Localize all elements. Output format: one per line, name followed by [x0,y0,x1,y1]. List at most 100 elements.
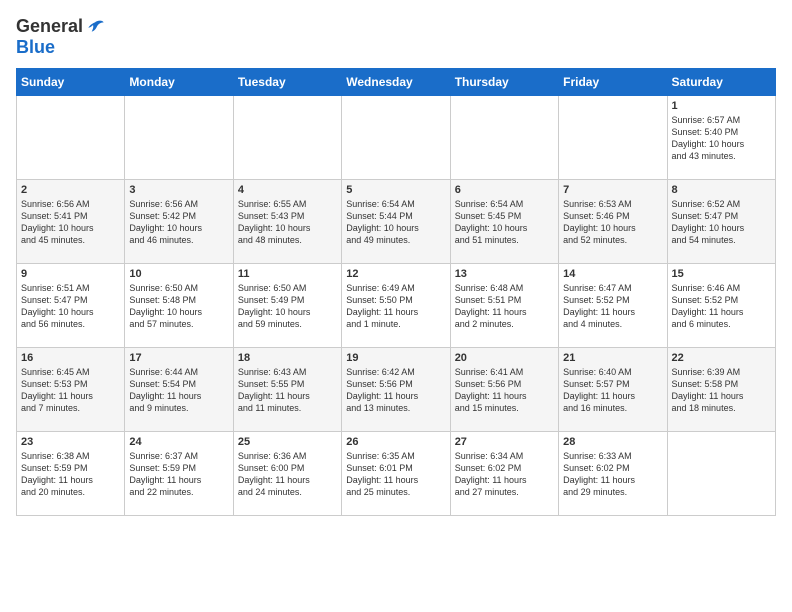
logo-blue-text: Blue [16,37,55,58]
day-info: Sunrise: 6:54 AM Sunset: 5:45 PM Dayligh… [455,198,554,247]
day-number: 15 [672,268,771,280]
day-number: 8 [672,184,771,196]
day-number: 3 [129,184,228,196]
day-info: Sunrise: 6:46 AM Sunset: 5:52 PM Dayligh… [672,282,771,331]
day-info: Sunrise: 6:41 AM Sunset: 5:56 PM Dayligh… [455,366,554,415]
day-cell-18: 18 Sunrise: 6:43 AM Sunset: 5:55 PM Dayli… [233,348,341,432]
day-cell-7: 7 Sunrise: 6:53 AM Sunset: 5:46 PM Daylig… [559,180,667,264]
weekday-monday: Monday [125,69,233,96]
logo-bird-icon [85,17,105,37]
calendar-table: SundayMondayTuesdayWednesdayThursdayFrid… [16,68,776,516]
day-info: Sunrise: 6:43 AM Sunset: 5:55 PM Dayligh… [238,366,337,415]
day-info: Sunrise: 6:57 AM Sunset: 5:40 PM Dayligh… [672,114,771,163]
day-cell-28: 28 Sunrise: 6:33 AM Sunset: 6:02 PM Dayli… [559,432,667,516]
day-cell-empty [125,96,233,180]
day-cell-1: 1 Sunrise: 6:57 AM Sunset: 5:40 PM Daylig… [667,96,775,180]
day-number: 27 [455,436,554,448]
day-number: 13 [455,268,554,280]
weekday-header-row: SundayMondayTuesdayWednesdayThursdayFrid… [17,69,776,96]
day-cell-17: 17 Sunrise: 6:44 AM Sunset: 5:54 PM Dayli… [125,348,233,432]
day-cell-12: 12 Sunrise: 6:49 AM Sunset: 5:50 PM Dayli… [342,264,450,348]
day-info: Sunrise: 6:38 AM Sunset: 5:59 PM Dayligh… [21,450,120,499]
day-number: 24 [129,436,228,448]
day-number: 16 [21,352,120,364]
day-cell-13: 13 Sunrise: 6:48 AM Sunset: 5:51 PM Dayli… [450,264,558,348]
week-row-3: 9 Sunrise: 6:51 AM Sunset: 5:47 PM Daylig… [17,264,776,348]
day-cell-24: 24 Sunrise: 6:37 AM Sunset: 5:59 PM Dayli… [125,432,233,516]
day-number: 5 [346,184,445,196]
day-info: Sunrise: 6:56 AM Sunset: 5:41 PM Dayligh… [21,198,120,247]
day-info: Sunrise: 6:40 AM Sunset: 5:57 PM Dayligh… [563,366,662,415]
day-cell-26: 26Sunrise: 6:35 AM Sunset: 6:01 PM Dayli… [342,432,450,516]
day-number: 19 [346,352,445,364]
weekday-tuesday: Tuesday [233,69,341,96]
header: General Blue [16,16,776,58]
day-number: 23 [21,436,120,448]
day-cell-6: 6 Sunrise: 6:54 AM Sunset: 5:45 PM Daylig… [450,180,558,264]
day-cell-14: 14 Sunrise: 6:47 AM Sunset: 5:52 PM Dayli… [559,264,667,348]
day-number: 18 [238,352,337,364]
day-number: 14 [563,268,662,280]
day-info: Sunrise: 6:39 AM Sunset: 5:58 PM Dayligh… [672,366,771,415]
day-number: 22 [672,352,771,364]
day-number: 26 [346,436,445,448]
day-info: Sunrise: 6:56 AM Sunset: 5:42 PM Dayligh… [129,198,228,247]
calendar-page: General Blue SundayMondayTuesdayWednesda… [0,0,792,524]
day-cell-9: 9 Sunrise: 6:51 AM Sunset: 5:47 PM Daylig… [17,264,125,348]
day-number: 17 [129,352,228,364]
week-row-2: 2 Sunrise: 6:56 AM Sunset: 5:41 PM Daylig… [17,180,776,264]
logo: General Blue [16,16,105,58]
day-cell-21: 21Sunrise: 6:40 AM Sunset: 5:57 PM Dayli… [559,348,667,432]
day-info: Sunrise: 6:49 AM Sunset: 5:50 PM Dayligh… [346,282,445,331]
day-cell-2: 2 Sunrise: 6:56 AM Sunset: 5:41 PM Daylig… [17,180,125,264]
day-info: Sunrise: 6:37 AM Sunset: 5:59 PM Dayligh… [129,450,228,499]
day-cell-23: 23 Sunrise: 6:38 AM Sunset: 5:59 PM Dayli… [17,432,125,516]
day-number: 25 [238,436,337,448]
day-cell-25: 25 Sunrise: 6:36 AM Sunset: 6:00 PM Dayli… [233,432,341,516]
day-info: Sunrise: 6:51 AM Sunset: 5:47 PM Dayligh… [21,282,120,331]
day-cell-empty [667,432,775,516]
day-number: 20 [455,352,554,364]
day-number: 4 [238,184,337,196]
day-info: Sunrise: 6:54 AM Sunset: 5:44 PM Dayligh… [346,198,445,247]
day-number: 1 [672,100,771,112]
day-number: 10 [129,268,228,280]
day-cell-empty [342,96,450,180]
day-cell-27: 27 Sunrise: 6:34 AM Sunset: 6:02 PM Dayli… [450,432,558,516]
day-info: Sunrise: 6:42 AM Sunset: 5:56 PM Dayligh… [346,366,445,415]
day-info: Sunrise: 6:36 AM Sunset: 6:00 PM Dayligh… [238,450,337,499]
day-number: 9 [21,268,120,280]
day-cell-5: 5 Sunrise: 6:54 AM Sunset: 5:44 PM Daylig… [342,180,450,264]
day-info: Sunrise: 6:34 AM Sunset: 6:02 PM Dayligh… [455,450,554,499]
day-cell-15: 15 Sunrise: 6:46 AM Sunset: 5:52 PM Dayli… [667,264,775,348]
weekday-friday: Friday [559,69,667,96]
day-info: Sunrise: 6:33 AM Sunset: 6:02 PM Dayligh… [563,450,662,499]
day-number: 12 [346,268,445,280]
day-number: 11 [238,268,337,280]
day-info: Sunrise: 6:44 AM Sunset: 5:54 PM Dayligh… [129,366,228,415]
day-cell-4: 4 Sunrise: 6:55 AM Sunset: 5:43 PM Daylig… [233,180,341,264]
day-info: Sunrise: 6:45 AM Sunset: 5:53 PM Dayligh… [21,366,120,415]
day-cell-16: 16 Sunrise: 6:45 AM Sunset: 5:53 PM Dayli… [17,348,125,432]
day-cell-22: 22 Sunrise: 6:39 AM Sunset: 5:58 PM Dayli… [667,348,775,432]
day-cell-11: 11Sunrise: 6:50 AM Sunset: 5:49 PM Dayli… [233,264,341,348]
day-info: Sunrise: 6:50 AM Sunset: 5:48 PM Dayligh… [129,282,228,331]
day-number: 7 [563,184,662,196]
day-cell-19: 19 Sunrise: 6:42 AM Sunset: 5:56 PM Dayli… [342,348,450,432]
day-number: 6 [455,184,554,196]
day-info: Sunrise: 6:53 AM Sunset: 5:46 PM Dayligh… [563,198,662,247]
day-cell-empty [17,96,125,180]
weekday-thursday: Thursday [450,69,558,96]
weekday-wednesday: Wednesday [342,69,450,96]
weekday-saturday: Saturday [667,69,775,96]
day-info: Sunrise: 6:48 AM Sunset: 5:51 PM Dayligh… [455,282,554,331]
day-cell-empty [233,96,341,180]
week-row-5: 23 Sunrise: 6:38 AM Sunset: 5:59 PM Dayli… [17,432,776,516]
day-cell-10: 10 Sunrise: 6:50 AM Sunset: 5:48 PM Dayli… [125,264,233,348]
day-number: 2 [21,184,120,196]
day-info: Sunrise: 6:47 AM Sunset: 5:52 PM Dayligh… [563,282,662,331]
day-cell-8: 8 Sunrise: 6:52 AM Sunset: 5:47 PM Daylig… [667,180,775,264]
day-info: Sunrise: 6:52 AM Sunset: 5:47 PM Dayligh… [672,198,771,247]
day-info: Sunrise: 6:55 AM Sunset: 5:43 PM Dayligh… [238,198,337,247]
day-number: 28 [563,436,662,448]
